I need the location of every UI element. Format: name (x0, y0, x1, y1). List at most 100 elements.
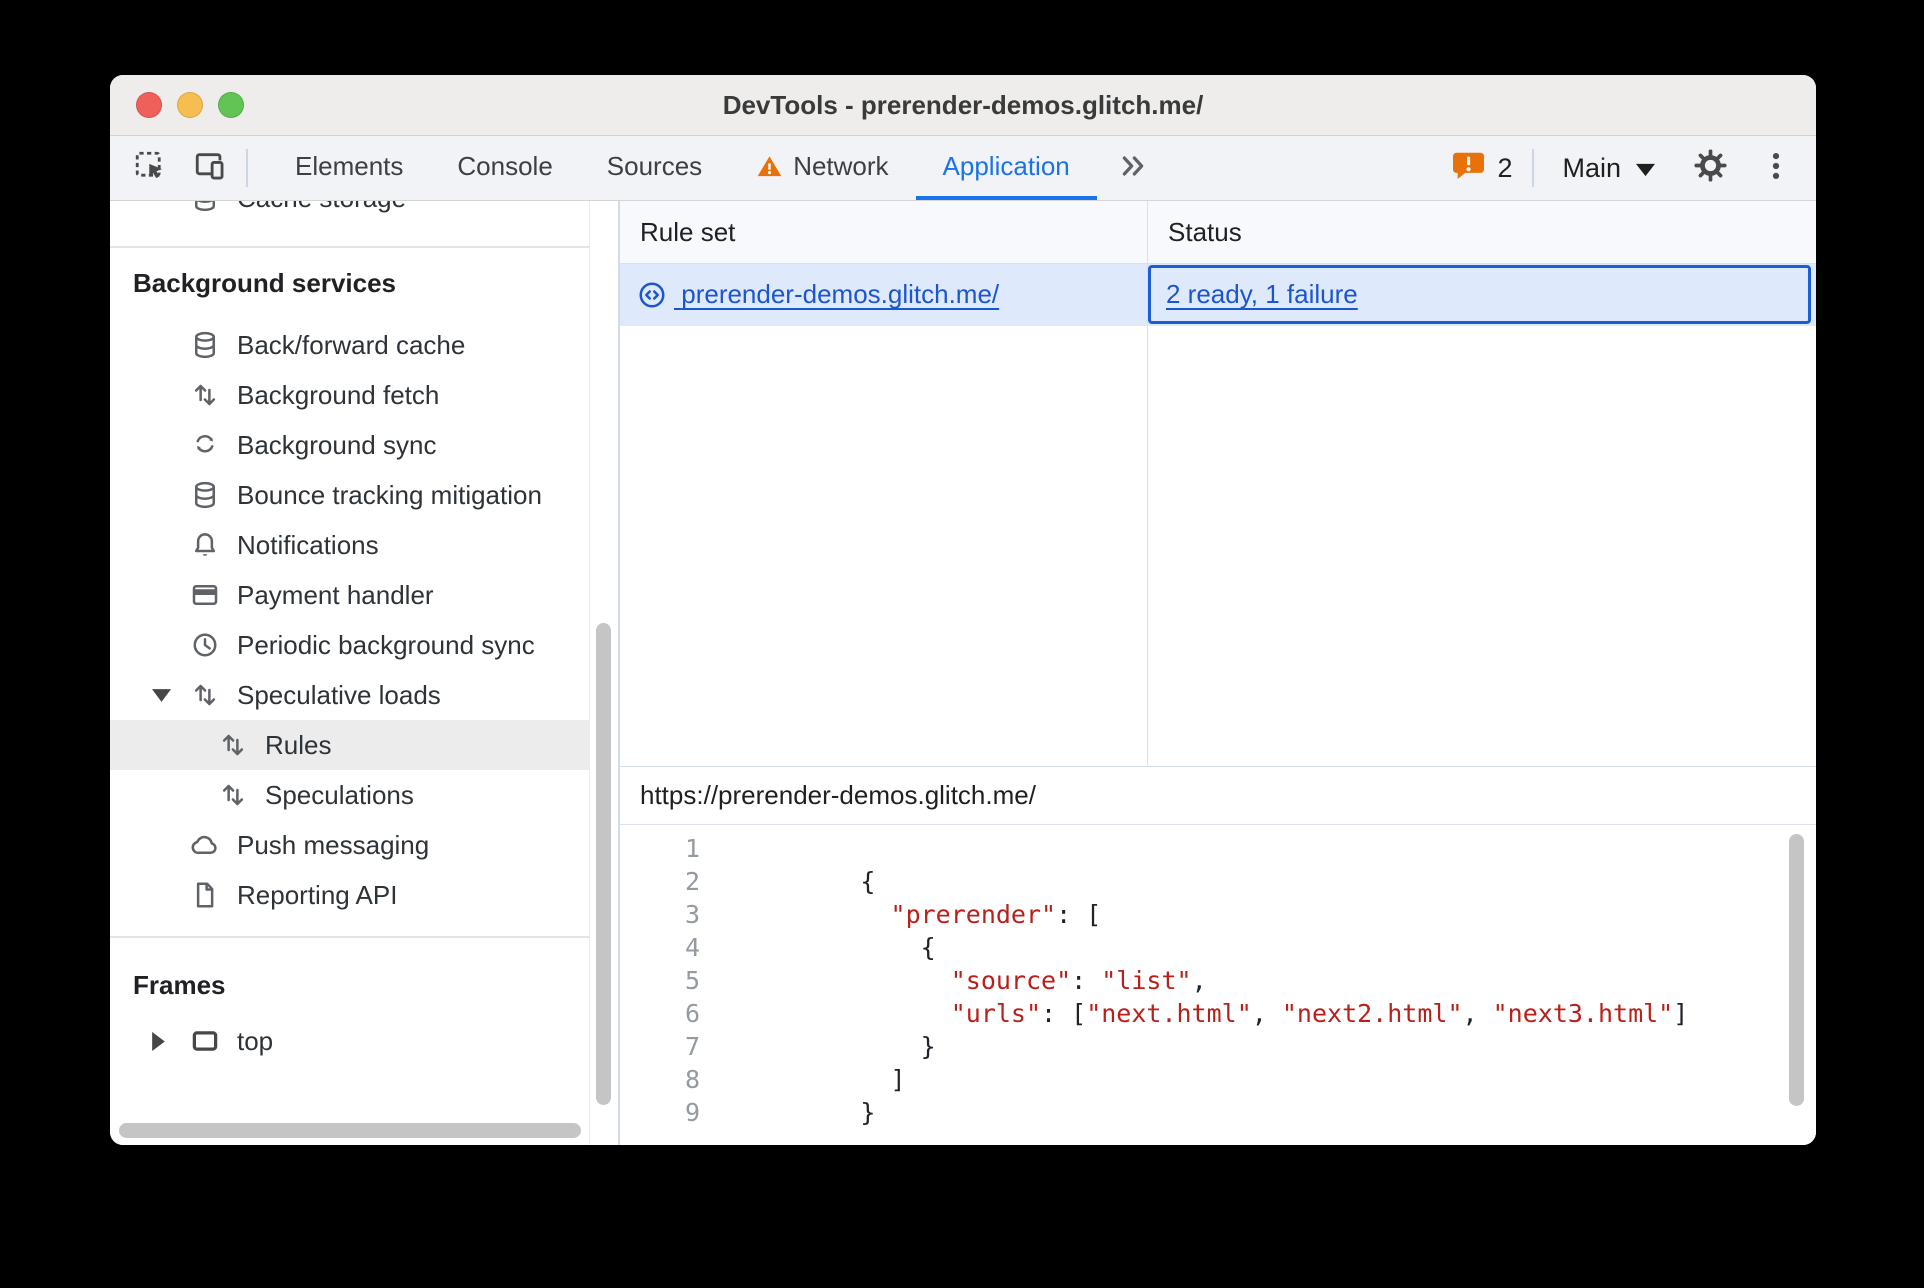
sidebar-item-periodic-background-sync[interactable]: Periodic background sync (110, 620, 589, 670)
column-header-status: Status (1147, 201, 1816, 264)
toolbar-divider (246, 149, 248, 187)
sidebar-vertical-scrollbar[interactable] (596, 623, 611, 1105)
sidebar-section-divider (110, 936, 589, 938)
tab-console[interactable]: Console (430, 136, 579, 200)
database-icon (190, 330, 220, 360)
devtools-toolbar: Elements Console Sources Network Applica… (110, 136, 1816, 201)
arrows-up-down-icon (190, 380, 220, 410)
zoom-button[interactable] (218, 92, 244, 118)
code-plain-token: ] (740, 1065, 906, 1094)
twisty-right-icon[interactable] (152, 1032, 174, 1051)
arrows-up-down-icon (190, 680, 220, 710)
toggle-device-toolbar-button[interactable] (180, 136, 240, 200)
code-plain-token: { (740, 933, 936, 962)
target-selector[interactable]: Main (1540, 136, 1677, 200)
line-number: 5 (684, 966, 700, 995)
inspect-icon (133, 149, 167, 188)
database-icon (190, 480, 220, 510)
inspect-element-button[interactable] (120, 136, 180, 200)
sidebar-item-rules[interactable]: Rules (110, 720, 589, 770)
sidebar-section-divider (110, 246, 589, 248)
line-number: 6 (684, 999, 700, 1028)
sidebar-item-reporting-api[interactable]: Reporting API (110, 870, 589, 920)
sidebar-item-notifications[interactable]: Notifications (110, 520, 589, 570)
issues-badge-icon (1451, 149, 1486, 187)
rule-sets-table: Rule set Status prerender-demos.glitch.m… (620, 201, 1816, 766)
line-number: 3 (684, 900, 700, 929)
code-line: 4 { (620, 931, 1816, 964)
dropdown-arrow-icon (1636, 153, 1655, 184)
code-plain-token (740, 999, 951, 1028)
code-plain-token: { (740, 867, 876, 896)
sidebar-item-speculative-loads[interactable]: Speculative loads (110, 670, 589, 720)
code-line-text: } (740, 1096, 875, 1129)
code-line-text: ] (740, 1063, 906, 1096)
code-line: 3 "prerender": [ (620, 898, 1816, 931)
database-icon (190, 201, 220, 213)
minimize-button[interactable] (177, 92, 203, 118)
issues-counter[interactable]: 2 (1437, 136, 1526, 200)
target-selector-value: Main (1562, 152, 1621, 183)
network-warning-icon (756, 153, 783, 180)
sync-icon (190, 430, 220, 460)
rule-set-link[interactable]: prerender-demos.glitch.me/ (674, 279, 999, 310)
sidebar-horizontal-scrollbar[interactable] (119, 1123, 581, 1138)
speculative-loads-panel: Rule set Status prerender-demos.glitch.m… (620, 201, 1816, 1145)
sidebar-item-bounce-tracking-mitigation[interactable]: Bounce tracking mitigation (110, 470, 589, 520)
code-line: 5 "source": "list", (620, 964, 1816, 997)
tab-sources[interactable]: Sources (580, 136, 729, 200)
code-line-text: "source": "list", (740, 964, 1207, 997)
tab-elements[interactable]: Elements (268, 136, 430, 200)
code-string-token: "urls" (950, 999, 1042, 1028)
code-line-text: { (740, 865, 875, 898)
sidebar-item-cache-storage[interactable]: Cache storage (110, 201, 589, 223)
line-number: 8 (684, 1065, 700, 1094)
code-line: 8 ] (620, 1063, 1816, 1096)
line-number: 7 (684, 1032, 700, 1061)
line-number: 2 (684, 867, 700, 896)
rule-set-code-view[interactable]: 12 {3 "prerender": [4 {5 "source": "list… (620, 825, 1816, 1145)
frame-icon (190, 1026, 220, 1056)
sidebar-item-background-fetch[interactable]: Background fetch (110, 370, 589, 420)
twisty-down-icon[interactable] (152, 689, 174, 702)
sidebar-item-background-sync[interactable]: Background sync (110, 420, 589, 470)
status-link[interactable]: 2 ready, 1 failure (1166, 279, 1358, 310)
sidebar-item-top-frame[interactable]: top (110, 1016, 589, 1066)
code-plain-token: : [ (1056, 900, 1102, 929)
rule-set-cell[interactable]: prerender-demos.glitch.me/ (620, 264, 1147, 326)
sidebar-item-back-forward-cache[interactable]: Back/forward cache (110, 320, 589, 370)
code-string-token: "list" (1101, 966, 1192, 995)
more-tabs-icon (1117, 150, 1149, 187)
code-line: 1 (620, 832, 1816, 865)
sidebar-item-payment-handler[interactable]: Payment handler (110, 570, 589, 620)
code-vertical-scrollbar[interactable] (1789, 834, 1804, 1106)
code-line: 7 } (620, 1030, 1816, 1063)
settings-button[interactable] (1677, 136, 1744, 200)
tab-network[interactable]: Network (729, 136, 915, 200)
credit-card-icon (190, 580, 220, 610)
application-sidebar: Cache storage Background services Back/f… (110, 201, 620, 1145)
traffic-lights (136, 75, 244, 135)
code-plain-token: , (1251, 999, 1282, 1028)
frames-items: top (110, 1016, 589, 1066)
code-line-text: "prerender": [ (740, 898, 1102, 931)
customize-devtools-button[interactable] (1744, 136, 1816, 200)
code-line: 2 { (620, 865, 1816, 898)
document-icon (190, 880, 220, 910)
sidebar-item-push-messaging[interactable]: Push messaging (110, 820, 589, 870)
panel-tabs: Elements Console Sources Network Applica… (268, 136, 1097, 200)
code-line-text: } (740, 1030, 936, 1063)
sidebar-item-speculations[interactable]: Speculations (110, 770, 589, 820)
arrows-up-down-icon (218, 780, 248, 810)
code-line: 6 "urls": ["next.html", "next2.html", "n… (620, 997, 1816, 1030)
window-title: DevTools - prerender-demos.glitch.me/ (722, 89, 1204, 120)
code-line-text: "urls": ["next.html", "next2.html", "nex… (740, 997, 1689, 1030)
issues-count: 2 (1497, 152, 1513, 183)
code-line-text: { (740, 931, 936, 964)
tab-application[interactable]: Application (915, 136, 1097, 200)
status-cell[interactable]: 2 ready, 1 failure (1147, 264, 1816, 326)
close-button[interactable] (136, 92, 162, 118)
line-number: 4 (684, 933, 700, 962)
more-tabs-button[interactable] (1097, 136, 1169, 200)
